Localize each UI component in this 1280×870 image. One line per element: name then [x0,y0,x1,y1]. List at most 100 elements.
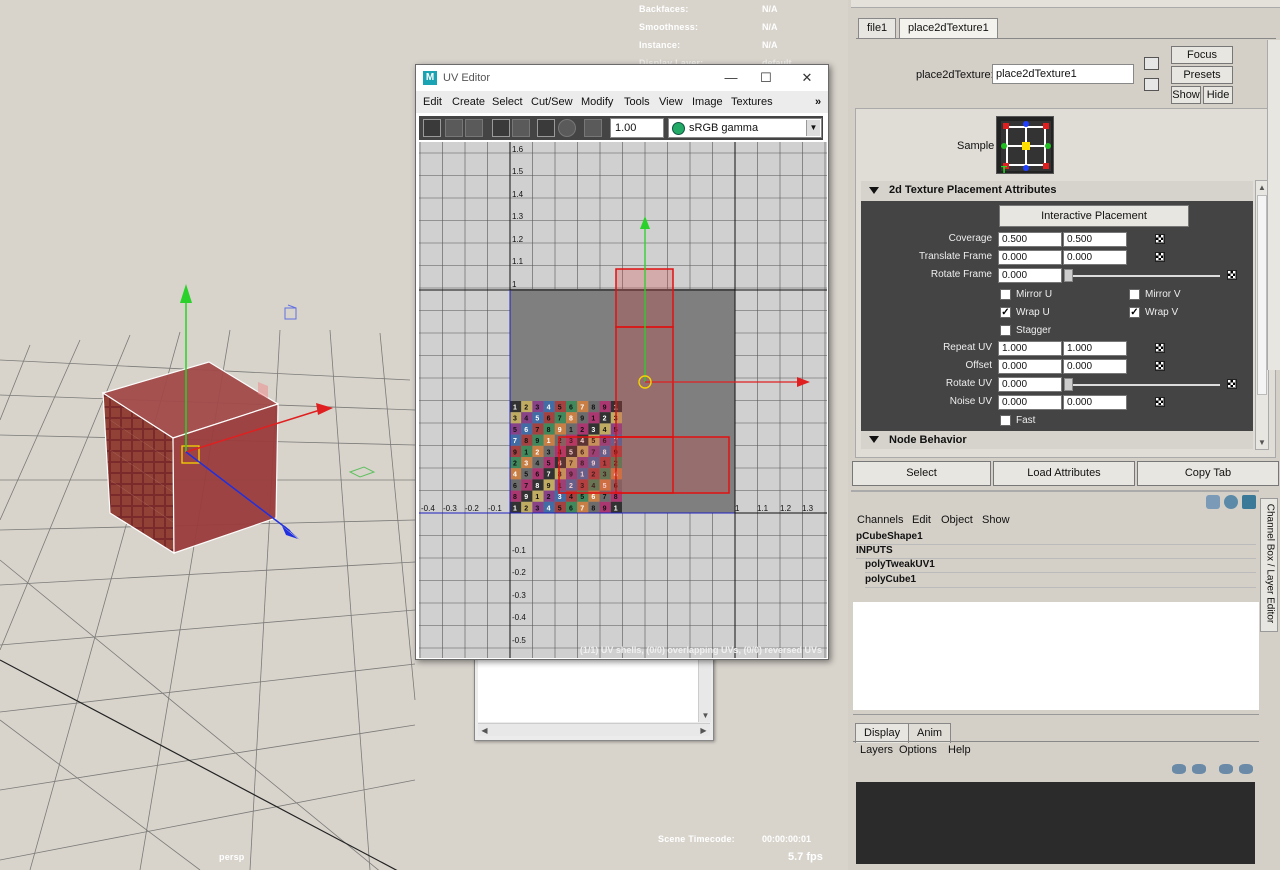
menu-help[interactable]: Help [948,744,971,756]
stagger-checkbox[interactable] [1000,325,1011,336]
node-name-field[interactable]: place2dTexture1 [992,64,1134,84]
ae-outer-scrollbar[interactable] [1267,40,1280,370]
offset-u-field[interactable]: 0.000 [998,359,1062,374]
tool-settings-icon[interactable] [1242,495,1256,509]
menu-image[interactable]: Image [692,96,723,108]
horizontal-scrollbar[interactable]: ◀ ▶ [478,723,710,736]
menu-tools[interactable]: Tools [624,96,650,108]
color-space-select[interactable]: sRGB gamma ▼ [668,118,822,138]
select-button[interactable]: Select [852,461,991,486]
collapse-triangle-icon[interactable] [869,187,879,194]
filter-icon[interactable] [558,119,576,137]
rotate-frame-slider[interactable] [1066,275,1220,277]
menu-edit[interactable]: Edit [912,514,931,526]
channel-box-icon[interactable] [1206,495,1220,509]
uv-editor-titlebar[interactable]: M UV Editor — ☐ ✕ [416,65,828,91]
menu-layers[interactable]: Layers [860,744,893,756]
scroll-thumb[interactable] [1257,195,1267,395]
section-header-2d-placement[interactable]: 2d Texture Placement Attributes [861,181,1253,201]
rotate-frame-slider-handle[interactable] [1064,269,1073,282]
coverage-v-field[interactable]: 0.500 [1063,232,1127,247]
input-node-row[interactable]: polyCube1 [865,574,1256,588]
scroll-down-icon[interactable]: ▼ [699,709,712,722]
uv-grid-canvas[interactable]: 1234567891345678912356789123457891234567… [419,142,827,658]
maximize-icon[interactable]: ☐ [751,68,781,88]
load-attributes-button[interactable]: Load Attributes [993,461,1135,486]
menu-show[interactable]: Show [982,514,1010,526]
object-name-row[interactable]: pCubeShape1 [856,531,1256,545]
copy-tab-button[interactable]: Copy Tab [1137,461,1279,486]
repeat-v-field[interactable]: 1.000 [1063,341,1127,356]
coverage-u-field[interactable]: 0.500 [998,232,1062,247]
menu-options[interactable]: Options [899,744,937,756]
translate-frame-u-field[interactable]: 0.000 [998,250,1062,265]
focus-button[interactable]: Focus [1171,46,1233,64]
grid-icon[interactable] [537,119,555,137]
rotate-uv-slider[interactable] [1066,384,1220,386]
new-layer-icon[interactable] [1219,764,1233,774]
collapse-triangle-icon[interactable] [869,436,879,443]
rotate-uv-field[interactable]: 0.000 [998,377,1062,392]
interactive-placement-button[interactable]: Interactive Placement [999,205,1189,227]
show-button[interactable]: Show [1171,86,1201,104]
scroll-down-icon[interactable]: ▼ [1256,436,1268,449]
map-button-icon[interactable] [1155,343,1165,353]
move-layer-down-icon[interactable] [1192,764,1206,774]
exposure-field[interactable]: 1.00 [610,118,664,138]
move-layer-up-icon[interactable] [1172,764,1186,774]
repeat-u-field[interactable]: 1.000 [998,341,1062,356]
noise-v-field[interactable]: 0.000 [1063,395,1127,410]
attribute-editor-icon[interactable] [1224,495,1238,509]
offset-v-field[interactable]: 0.000 [1063,359,1127,374]
close-icon[interactable]: ✕ [792,68,822,88]
uv-grid-svg[interactable]: 1234567891345678912356789123457891234567… [419,142,827,658]
menu-view[interactable]: View [659,96,683,108]
menu-textures[interactable]: Textures [731,96,773,108]
vertical-scrollbar[interactable]: ▼ [698,660,711,722]
uv-edge-icon[interactable] [465,119,483,137]
hide-button[interactable]: Hide [1203,86,1233,104]
fast-checkbox[interactable] [1000,415,1011,426]
rotate-frame-field[interactable]: 0.000 [998,268,1062,283]
map-button-icon[interactable] [1155,252,1165,262]
section-header-node-behavior[interactable]: Node Behavior [861,431,1253,449]
menu-select[interactable]: Select [492,96,523,108]
menu-overflow-icon[interactable]: » [815,96,821,108]
menu-channels[interactable]: Channels [857,514,903,526]
shaded-icon[interactable] [512,119,530,137]
uv-shell-icon[interactable] [423,119,441,137]
wrap-v-checkbox[interactable]: ✓ [1129,307,1140,318]
mirror-v-checkbox[interactable] [1129,289,1140,300]
map-button-icon[interactable] [1155,234,1165,244]
chevron-down-icon[interactable]: ▼ [806,120,820,136]
menu-cut-sew[interactable]: Cut/Sew [531,96,573,108]
new-layer-selected-icon[interactable] [1239,764,1253,774]
presets-button[interactable]: Presets [1171,66,1233,84]
menu-create[interactable]: Create [452,96,485,108]
focus-icon[interactable] [1144,57,1159,70]
map-button-icon[interactable] [1227,379,1237,389]
scroll-right-icon[interactable]: ▶ [697,724,710,737]
pcube-mesh[interactable] [101,361,280,555]
layer-list[interactable] [856,782,1255,864]
translate-frame-v-field[interactable]: 0.000 [1063,250,1127,265]
tab-anim[interactable]: Anim [908,723,952,743]
uv-face-icon[interactable] [445,119,463,137]
input-node-row[interactable]: polyTweakUV1 [865,559,1256,573]
tab-place2dtexture1[interactable]: place2dTexture1 [899,18,998,38]
camera-icon[interactable] [584,119,602,137]
tab-file1[interactable]: file1 [858,18,897,38]
menu-edit[interactable]: Edit [423,96,442,108]
menu-object[interactable]: Object [941,514,973,526]
uv-editor-window[interactable]: M UV Editor — ☐ ✕ Edit Create Select Cut… [415,64,829,660]
wrap-u-checkbox[interactable]: ✓ [1000,307,1011,318]
mirror-u-checkbox[interactable] [1000,289,1011,300]
map-button-icon[interactable] [1155,361,1165,371]
menu-modify[interactable]: Modify [581,96,613,108]
minimize-icon[interactable]: — [716,68,746,88]
checker-icon[interactable] [492,119,510,137]
tab-display[interactable]: Display [855,723,910,743]
map-button-icon[interactable] [1155,397,1165,407]
map-button-icon[interactable] [1227,270,1237,280]
rotate-uv-slider-handle[interactable] [1064,378,1073,391]
